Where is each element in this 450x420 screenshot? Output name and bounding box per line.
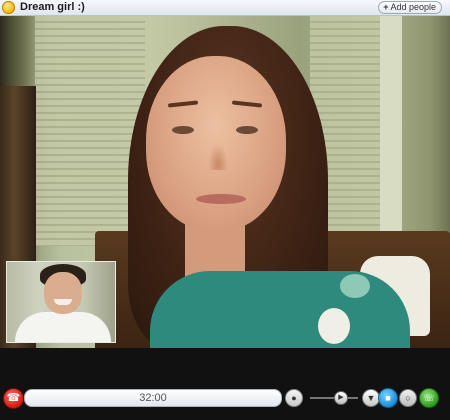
self-video-preview[interactable] [6, 261, 116, 343]
chat-bubble-icon: ○ [405, 393, 411, 403]
chevron-down-icon: ▼ [366, 393, 376, 403]
phone-hangup-icon: ☎ [6, 392, 21, 404]
plus-icon: + [383, 2, 389, 12]
call-timer-bar: 32:00 [24, 389, 282, 407]
window-title: Dream girl :) [20, 1, 85, 13]
title-bar: Dream girl :) + Add people [0, 0, 450, 16]
phone-call-icon: ☏ [423, 393, 435, 403]
video-camera-icon: ■ [385, 393, 391, 403]
video-toggle-button[interactable]: ■ [378, 388, 398, 408]
chat-button[interactable]: ○ [399, 389, 417, 407]
skype-logo-icon [2, 1, 15, 14]
hangup-button[interactable]: ☎ [3, 388, 24, 409]
add-people-label: Add people [390, 2, 436, 12]
call-controls-bar: ☎ 32:00 ● ▶ ▼ ■ ○ ☏ [0, 384, 450, 410]
add-people-button[interactable]: + Add people [378, 1, 442, 14]
call-button[interactable]: ☏ [419, 388, 439, 408]
volume-icon[interactable]: ▶ [334, 391, 348, 405]
mute-button[interactable]: ● [285, 389, 303, 407]
microphone-icon: ● [291, 393, 297, 403]
call-duration: 32:00 [139, 392, 167, 404]
